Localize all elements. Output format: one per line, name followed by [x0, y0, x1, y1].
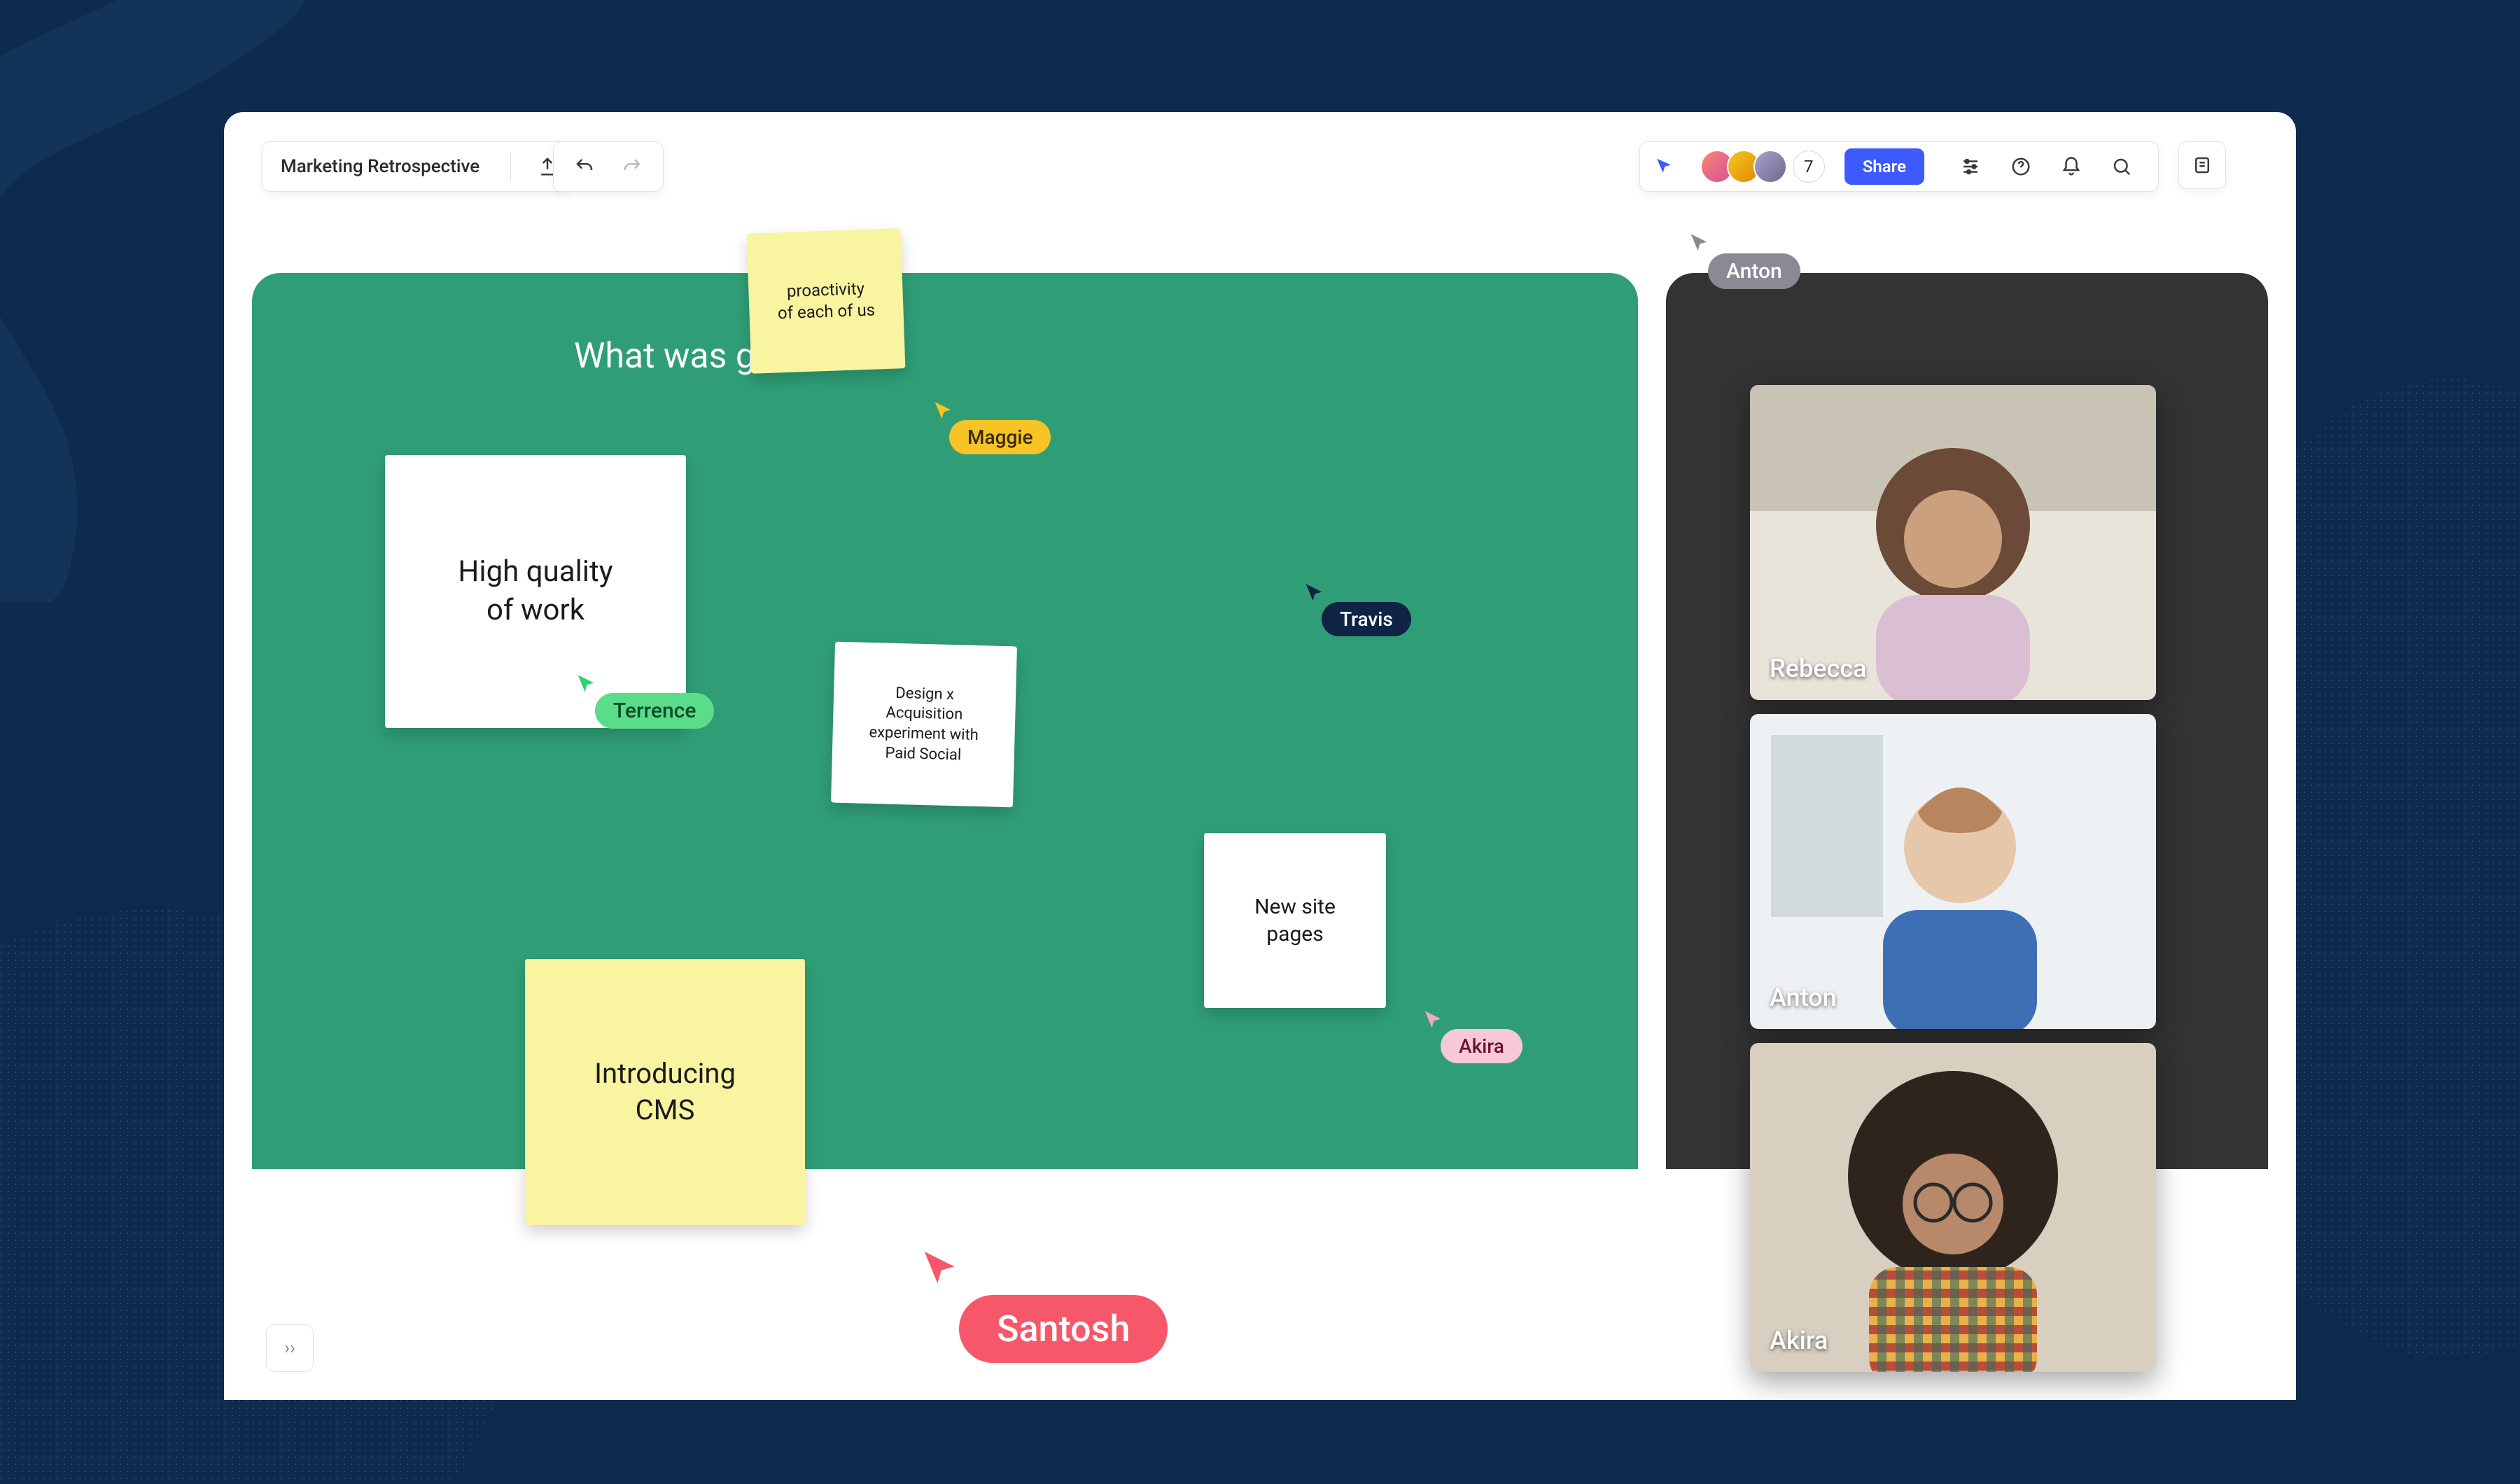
video-tile-akira[interactable]: Akira [1750, 1043, 2156, 1372]
card-design-experiment[interactable]: Design x Acquisition experiment with Pai… [831, 642, 1017, 808]
title-chip: Marketing Retrospective [262, 141, 572, 192]
webcam-frame [1750, 1043, 2156, 1372]
card-text: proactivity of each of us [776, 277, 875, 324]
collab-chip: 7 Share [1639, 141, 2159, 192]
video-tile-anton[interactable]: Anton [1750, 714, 2156, 1029]
video-name-label: Rebecca [1770, 654, 1866, 683]
toolbar-action-icons [1934, 150, 2158, 183]
help-icon[interactable] [2004, 150, 2038, 183]
avatar [1754, 150, 1787, 183]
expand-panel-icon[interactable]: ›› [266, 1324, 314, 1372]
notifications-icon[interactable] [2054, 150, 2088, 183]
redo-icon[interactable] [615, 150, 649, 183]
separator [510, 153, 511, 181]
card-text: New site pages [1254, 893, 1336, 948]
search-icon[interactable] [2105, 150, 2138, 183]
sticky-introducing-cms[interactable]: Introducing CMS [525, 959, 805, 1225]
undo-icon[interactable] [568, 150, 601, 183]
cursor-anton: Anton [1687, 231, 1711, 255]
share-button[interactable]: Share [1844, 148, 1924, 185]
sticky-proactivity[interactable]: proactivity of each of us [747, 228, 906, 374]
board-list-icon[interactable] [2178, 141, 2226, 189]
card-new-site-pages[interactable]: New site pages [1204, 833, 1386, 1008]
card-text: Introducing CMS [594, 1056, 736, 1128]
card-high-quality[interactable]: High quality of work [385, 455, 686, 728]
video-name-label: Akira [1770, 1326, 1828, 1355]
avatar-stack[interactable]: 7 [1688, 150, 1835, 183]
top-toolbar: Marketing Retrospective 7 [224, 141, 2296, 196]
participant-count[interactable]: 7 [1793, 150, 1825, 183]
webcam-frame [1750, 714, 2156, 1029]
card-text: Design x Acquisition experiment with Pai… [868, 683, 979, 766]
settings-sliders-icon[interactable] [1954, 150, 1987, 183]
undo-redo-chip [553, 141, 664, 192]
webcam-frame [1750, 385, 2156, 700]
video-name-label: Anton [1770, 983, 1837, 1012]
card-text: High quality of work [458, 553, 612, 629]
cursor-label: Santosh [959, 1295, 1168, 1363]
video-tile-rebecca[interactable]: Rebecca [1750, 385, 2156, 700]
app-window: Marketing Retrospective 7 [224, 112, 2296, 1400]
board-title[interactable]: Marketing Retrospective [262, 156, 498, 177]
cursor-santosh: Santosh [917, 1246, 962, 1291]
cursor-mode-icon[interactable] [1647, 150, 1681, 183]
